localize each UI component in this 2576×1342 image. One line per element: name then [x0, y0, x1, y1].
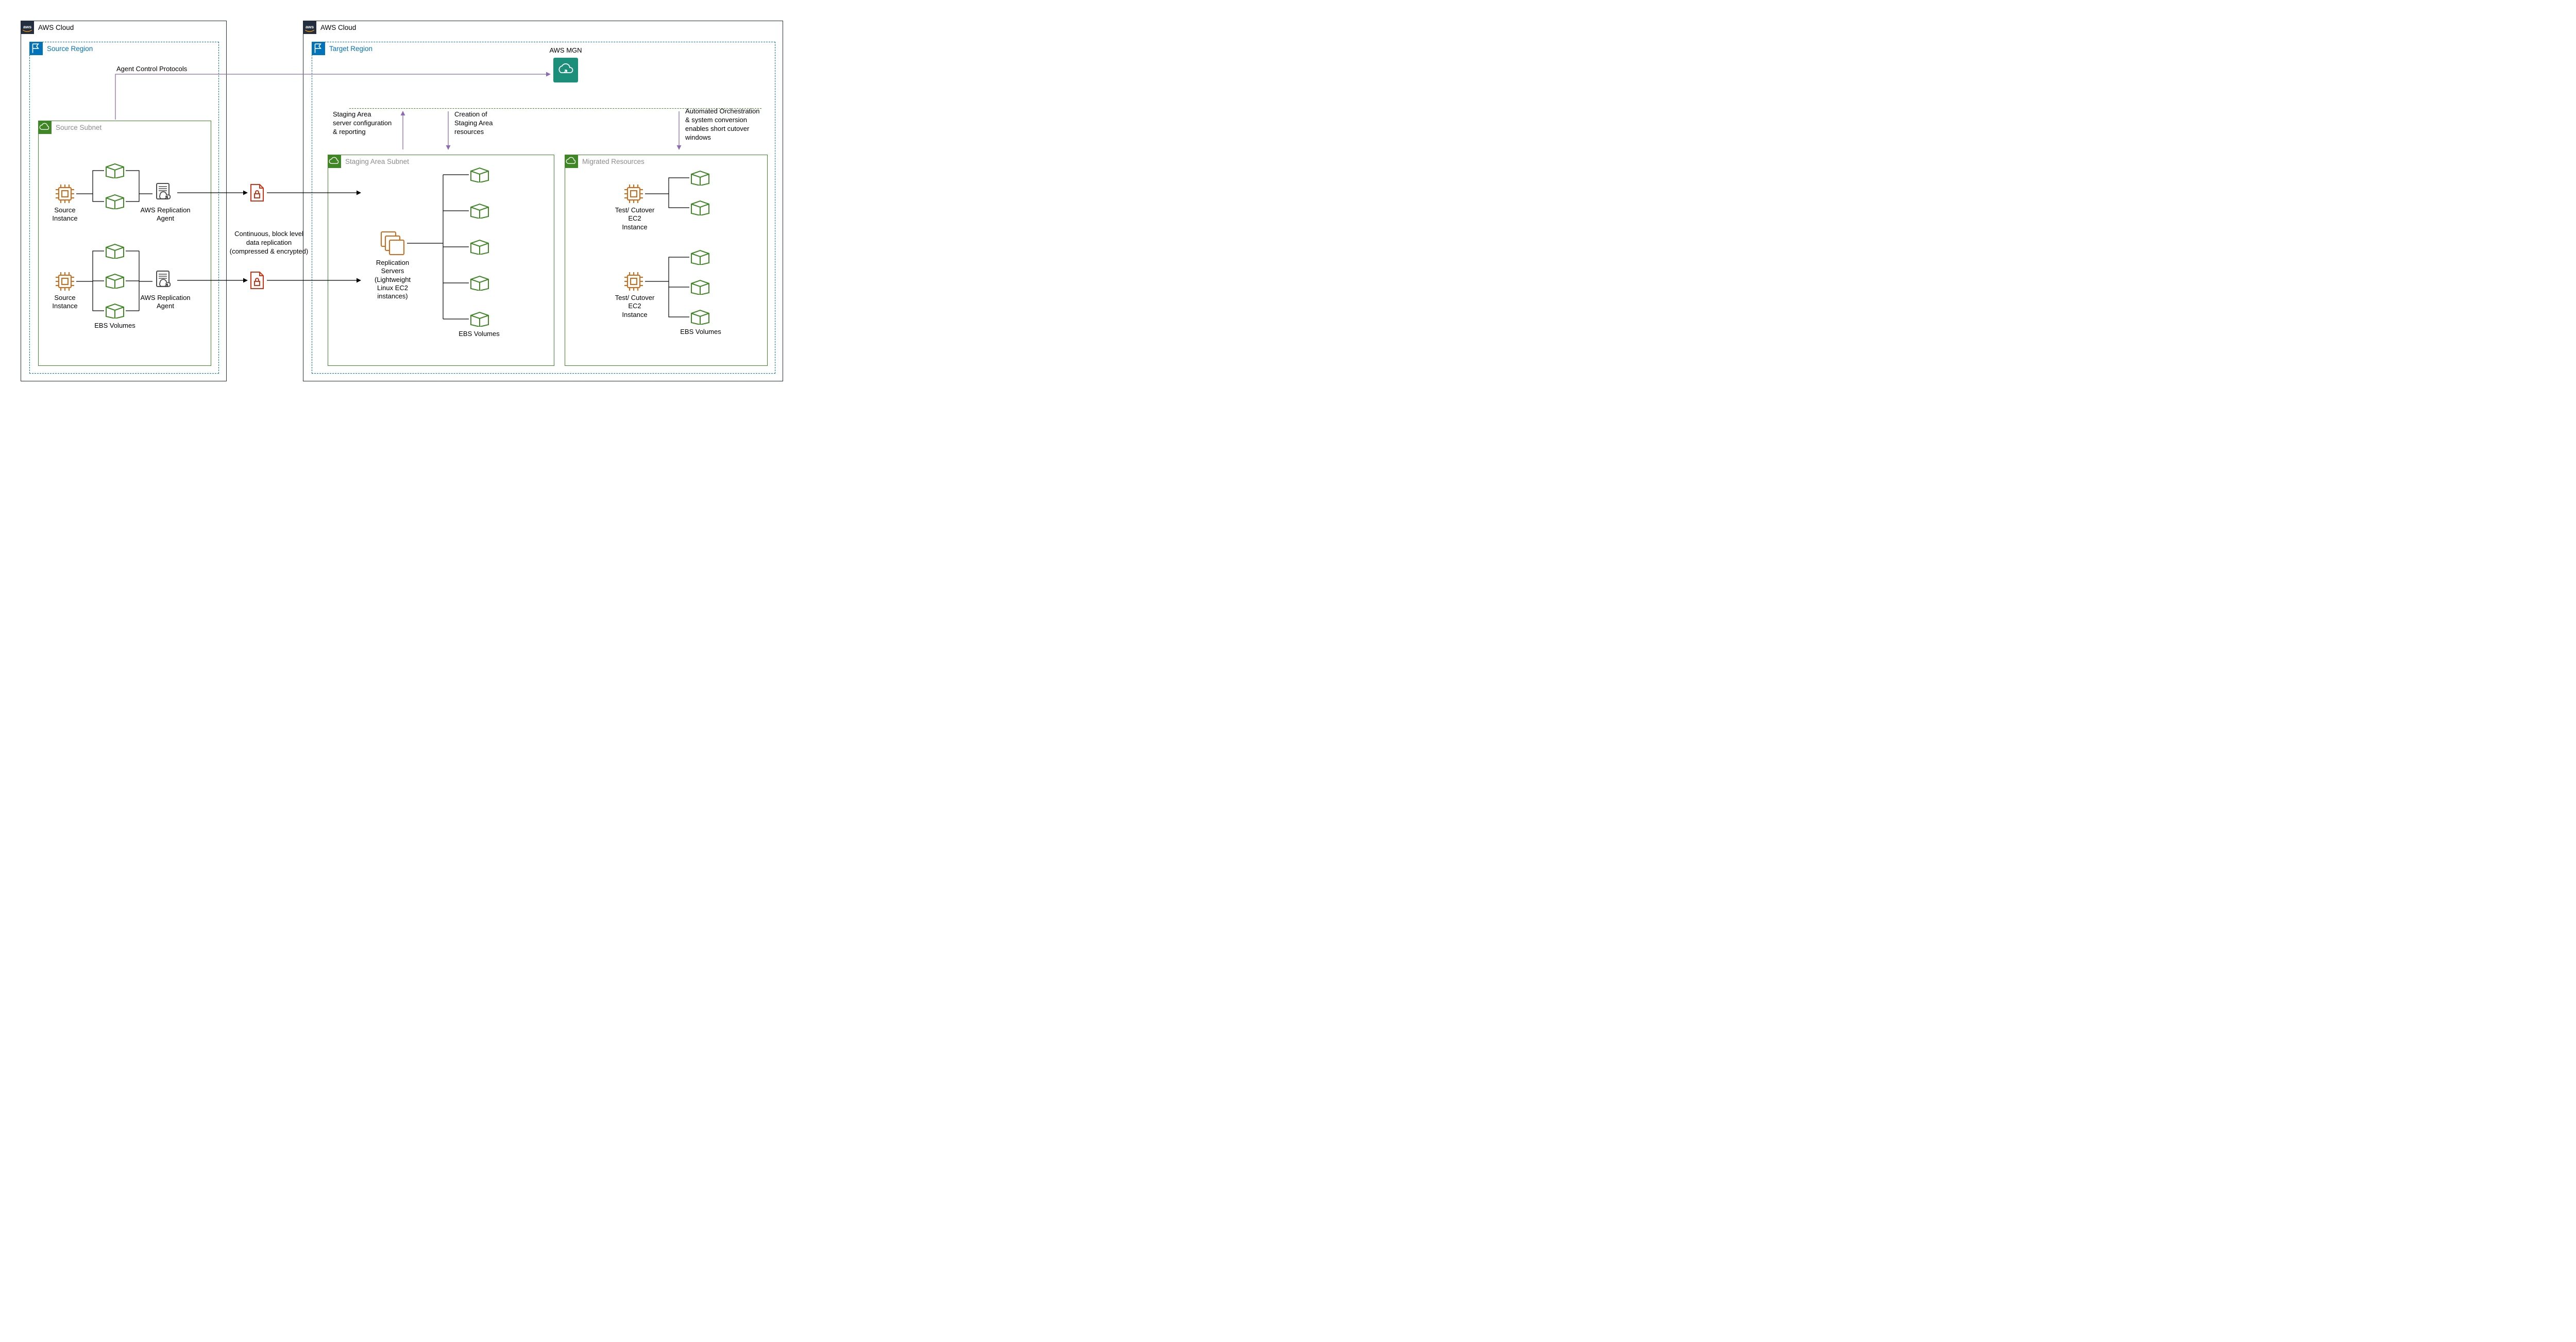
source-instance-label-2: SourceInstance: [46, 294, 83, 311]
encrypted-doc-icon: [249, 271, 265, 290]
test-cutover-label-1: Test/ CutoverEC2Instance: [611, 206, 658, 231]
migrated-resources-subnet: Migrated Resources: [565, 155, 768, 366]
aws-mgn-service-icon: [553, 58, 578, 82]
ebs-volume-icon: [105, 194, 125, 209]
agent-control-annotation: Agent Control Protocols: [116, 65, 187, 74]
replication-agent-icon: [154, 181, 176, 204]
ebs-volume-icon: [470, 311, 489, 327]
svg-text:aws: aws: [306, 24, 314, 29]
mgn-label: AWS MGN: [542, 46, 589, 55]
migrated-subnet-title: Migrated Resources: [578, 158, 645, 165]
staging-config-annotation: Staging Areaserver configuration& report…: [333, 110, 400, 137]
ebs-volume-icon: [470, 275, 489, 291]
encrypted-doc-icon: [249, 183, 265, 202]
source-instance-label-1: SourceInstance: [46, 206, 83, 223]
test-cutover-label-2: Test/ CutoverEC2Instance: [611, 294, 658, 319]
ebs-volume-icon: [690, 309, 710, 325]
ebs-volumes-label-migrated: EBS Volumes: [675, 328, 726, 336]
aws-logo-icon: aws: [303, 21, 316, 34]
ebs-volume-icon: [690, 170, 710, 186]
ebs-volume-icon: [105, 163, 125, 178]
cloud-icon: [565, 155, 578, 168]
source-subnet-title: Source Subnet: [52, 124, 101, 131]
architecture-diagram: aws AWS Cloud Source Region Source Subne…: [21, 21, 783, 392]
target-region-title: Target Region: [325, 45, 372, 53]
staging-subnet-title: Staging Area Subnet: [341, 158, 409, 165]
ebs-volume-icon: [470, 203, 489, 219]
replication-annotation: Continuous, block leveldata replication(…: [228, 230, 310, 256]
cloud-icon: [328, 155, 341, 168]
cpu-icon: [623, 271, 644, 292]
orchestration-annotation: Automated Orchestration& system conversi…: [685, 107, 770, 142]
ebs-volume-icon: [690, 249, 710, 265]
ebs-volume-icon: [690, 279, 710, 295]
agent-label-1: AWS ReplicationAgent: [137, 206, 194, 223]
target-aws-cloud: aws AWS Cloud Target Region Staging: [303, 21, 783, 381]
ebs-volume-icon: [690, 200, 710, 215]
cpu-icon: [55, 271, 75, 292]
replication-servers-icon: [379, 230, 406, 257]
staging-area-subnet: Staging Area Subnet: [328, 155, 554, 366]
cpu-icon: [623, 183, 644, 204]
flag-icon: [312, 42, 325, 55]
ebs-volume-icon: [105, 273, 125, 289]
target-cloud-title: AWS Cloud: [316, 24, 356, 31]
ebs-volume-icon: [470, 167, 489, 182]
flag-icon: [29, 42, 43, 55]
replication-agent-icon: [154, 269, 176, 292]
ebs-volumes-label-staging: EBS Volumes: [453, 330, 505, 338]
ebs-volume-icon: [470, 239, 489, 255]
staging-creation-annotation: Creation ofStaging Arearesources: [454, 110, 511, 137]
svg-text:aws: aws: [23, 24, 32, 29]
aws-logo-icon: aws: [21, 21, 34, 34]
agent-label-2: AWS ReplicationAgent: [137, 294, 194, 311]
ebs-volumes-label-source: EBS Volumes: [91, 322, 139, 330]
ebs-volume-icon: [105, 303, 125, 318]
cloud-icon: [38, 121, 52, 134]
source-region-title: Source Region: [43, 45, 93, 53]
ebs-volume-icon: [105, 243, 125, 259]
source-cloud-title: AWS Cloud: [34, 24, 74, 31]
cpu-icon: [55, 183, 75, 204]
replication-servers-label: ReplicationServers(LightweightLinux EC2i…: [365, 259, 420, 300]
